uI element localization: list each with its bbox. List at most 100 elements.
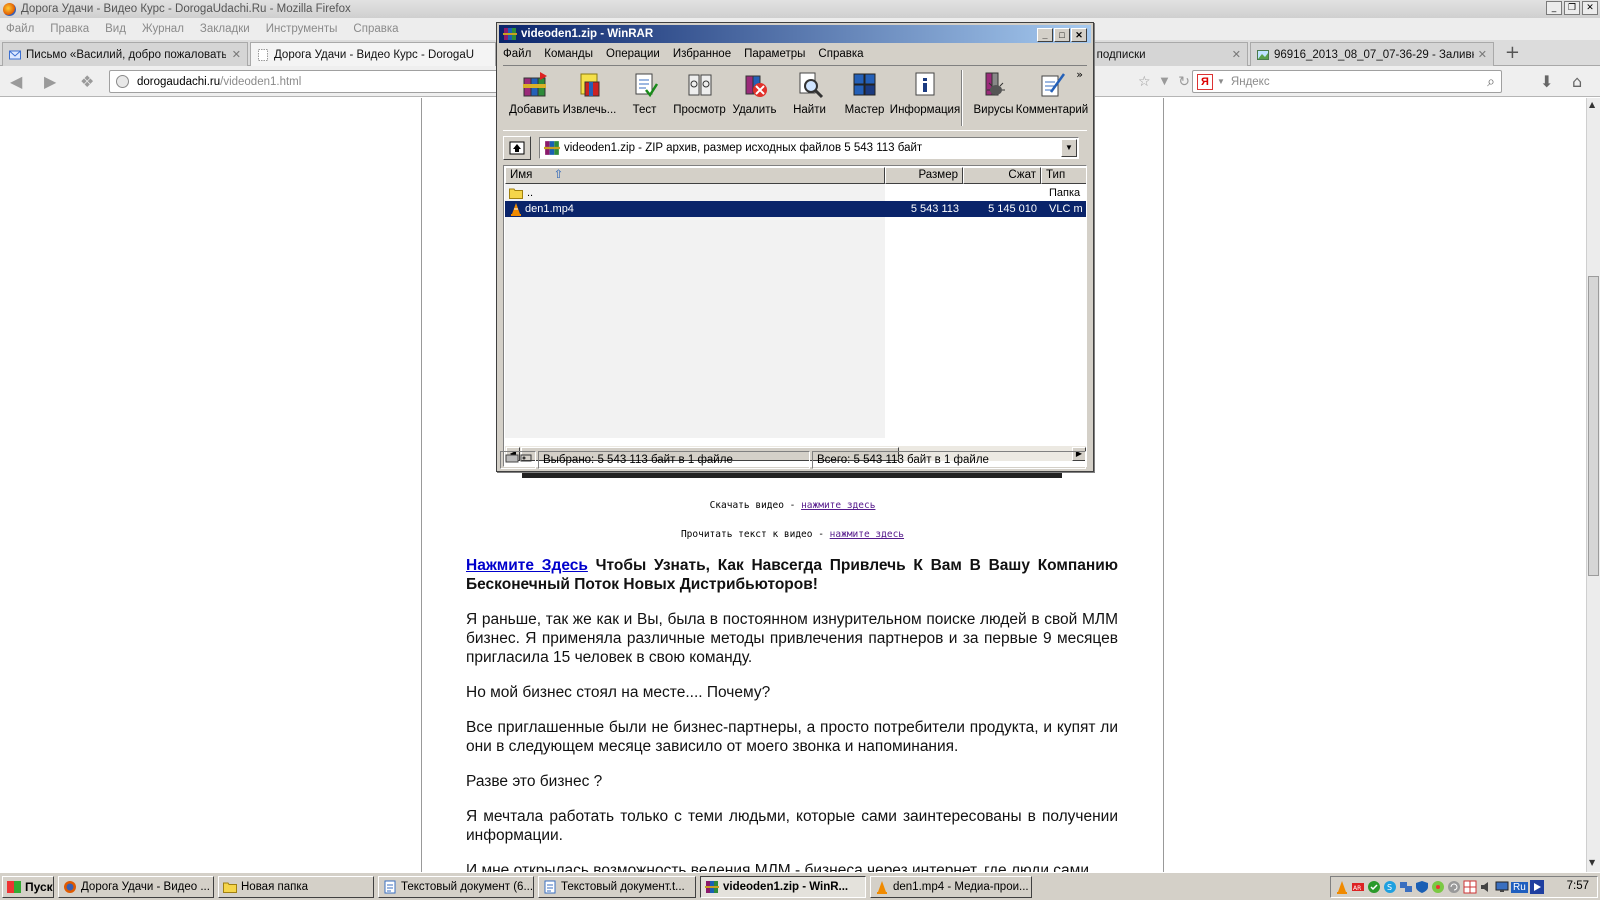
close-button[interactable]: ✕	[1582, 1, 1598, 15]
close-icon[interactable]: ✕	[232, 48, 241, 61]
test-icon	[635, 73, 658, 98]
home-icon[interactable]: ⌂	[1572, 72, 1582, 91]
menu-help[interactable]: Справка	[353, 23, 398, 35]
system-tray: AR S Ru 7:57	[1330, 876, 1598, 898]
test-button[interactable]: Тест	[617, 66, 672, 126]
tab-mail[interactable]: Письмо «Василий, добро пожаловать в... ✕	[2, 42, 248, 66]
back-icon[interactable]: ◀	[10, 72, 22, 91]
minimize-button[interactable]: _	[1546, 1, 1562, 15]
task-firefox[interactable]: Дорога Удачи - Видео ...	[58, 876, 214, 898]
file-list[interactable]: Имя ⇧ Размер Сжат Тип .. Папка den1.mp4 …	[503, 165, 1087, 467]
menu-operations[interactable]: Операции	[606, 48, 660, 60]
menu-favorites[interactable]: Избранное	[673, 48, 731, 60]
archive-path-combo[interactable]: videoden1.zip - ZIP архив, размер исходн…	[539, 137, 1079, 159]
headline: Нажмите Здесь Чтобы Узнать, Как Навсегда…	[466, 557, 1118, 593]
toolbar-overflow-icon[interactable]: »	[1076, 68, 1083, 81]
headline-link[interactable]: Нажмите Здесь	[466, 557, 588, 574]
download-icon[interactable]: ⬇	[1540, 72, 1553, 91]
reload-icon[interactable]: ↻	[1178, 74, 1190, 90]
task-text-document[interactable]: Текстовый документ.t...	[538, 876, 696, 898]
tab-doroga-udachi[interactable]: Дорога Удачи - Видео Курс - DorogaUd...	[250, 42, 496, 67]
identity-icon[interactable]: ❖	[80, 72, 94, 91]
close-button[interactable]: ✕	[1071, 28, 1087, 42]
virus-scan-button[interactable]: Вирусы	[966, 66, 1021, 126]
update-icon[interactable]	[1447, 880, 1461, 894]
restore-button[interactable]: ❐	[1564, 1, 1580, 15]
menu-view[interactable]: Вид	[105, 23, 126, 35]
paragraph: Я мечтала работать только с теми людьми,…	[466, 808, 1118, 844]
url-bar[interactable]: dorogaudachi.ru/videoden1.html	[109, 70, 499, 93]
comment-icon	[1041, 73, 1066, 97]
media-play-icon[interactable]	[1529, 880, 1544, 894]
skype-icon[interactable]: S	[1383, 880, 1397, 894]
menu-options[interactable]: Параметры	[744, 48, 805, 60]
find-button[interactable]: Найти	[782, 66, 837, 126]
column-header-packed[interactable]: Сжат	[963, 167, 1041, 184]
menu-commands[interactable]: Команды	[544, 48, 593, 60]
menu-edit[interactable]: Правка	[50, 23, 89, 35]
vlc-cone-icon[interactable]	[1335, 880, 1349, 894]
taskbar: Пуск Дорога Удачи - Видео ... Новая папк…	[0, 872, 1600, 900]
column-header-type[interactable]: Тип	[1041, 167, 1086, 184]
chevron-down-icon[interactable]: ▼	[1061, 139, 1077, 157]
winrar-statusbar: Выбрано: 5 543 113 байт в 1 файле Всего:…	[496, 449, 1094, 471]
column-header-name[interactable]: Имя ⇧	[505, 167, 885, 184]
download-video-link[interactable]: нажмите здесь	[801, 500, 875, 511]
dropdown-icon[interactable]: ▼	[1161, 76, 1169, 87]
page-scrollbar[interactable]: ▲ ▼	[1586, 98, 1600, 872]
info-button[interactable]: Информация	[890, 66, 960, 126]
wizard-button[interactable]: Мастер	[837, 66, 892, 126]
grid-app-icon[interactable]	[1463, 880, 1477, 894]
menu-file[interactable]: Файл	[503, 48, 531, 60]
delete-button[interactable]: Удалить	[727, 66, 782, 126]
column-header-size[interactable]: Размер	[885, 167, 963, 184]
list-item[interactable]: .. Папка	[505, 185, 1086, 201]
antivirus-icon[interactable]: AR	[1351, 880, 1365, 894]
new-tab-button[interactable]: +	[1505, 44, 1520, 62]
folder-icon	[223, 882, 237, 893]
close-icon[interactable]: ✕	[1478, 48, 1487, 61]
security-check-icon[interactable]	[1367, 880, 1381, 894]
icq-flower-icon[interactable]	[1431, 880, 1445, 894]
search-engine-dropdown-icon[interactable]: ▼	[1217, 77, 1225, 86]
display-icon[interactable]	[1495, 880, 1509, 894]
comment-button[interactable]: Комментарий	[1016, 66, 1088, 126]
url-bar-actions: ☆ ▼ ↻	[1090, 70, 1190, 93]
read-text-link[interactable]: нажмите здесь	[830, 529, 904, 540]
menu-tools[interactable]: Инструменты	[266, 23, 338, 35]
maximize-button[interactable]: □	[1054, 28, 1070, 42]
start-button[interactable]: Пуск	[2, 876, 54, 898]
task-text-document-6[interactable]: Текстовый документ (6...	[378, 876, 534, 898]
delete-icon	[745, 75, 767, 97]
menu-file[interactable]: Файл	[6, 23, 34, 35]
search-bar[interactable]: Я ▼ Яндекс ⌕	[1192, 70, 1502, 93]
forward-icon[interactable]: ▶	[44, 72, 56, 91]
shield-icon[interactable]	[1415, 880, 1429, 894]
menu-history[interactable]: Журнал	[142, 23, 184, 35]
up-arrow-icon	[509, 141, 525, 155]
tab-subscriptions[interactable]: е подписки ✕	[1080, 42, 1248, 66]
scroll-down-icon[interactable]: ▼	[1589, 858, 1595, 867]
task-media-player[interactable]: den1.mp4 - Медиа-прои...	[870, 876, 1032, 898]
list-item-selected[interactable]: den1.mp4 5 543 113 5 145 010 VLC m	[505, 201, 1086, 217]
volume-icon[interactable]	[1479, 880, 1493, 894]
scroll-up-icon[interactable]: ▲	[1589, 100, 1595, 109]
minimize-button[interactable]: _	[1037, 28, 1053, 42]
clock: 7:57	[1566, 880, 1589, 892]
search-icon[interactable]: ⌕	[1487, 73, 1495, 90]
close-icon[interactable]: ✕	[1232, 48, 1241, 61]
network-icon[interactable]	[1399, 880, 1413, 894]
scroll-thumb[interactable]	[1588, 276, 1599, 576]
extract-button[interactable]: Извлечь...	[562, 66, 617, 126]
tab-image-upload[interactable]: 96916_2013_08_07_07-36-29 - Заливка... ✕	[1250, 42, 1494, 66]
language-indicator[interactable]: Ru	[1511, 881, 1528, 893]
bookmark-star-icon[interactable]: ☆	[1138, 74, 1151, 90]
up-one-level-button[interactable]	[503, 136, 531, 160]
menu-help[interactable]: Справка	[818, 48, 863, 60]
winrar-titlebar: videoden1.zip - WinRAR _ □ ✕	[499, 25, 1091, 43]
view-button[interactable]: Просмотр	[672, 66, 727, 126]
add-button[interactable]: Добавить	[507, 66, 562, 126]
menu-bookmarks[interactable]: Закладки	[200, 23, 250, 35]
task-winrar[interactable]: videoden1.zip - WinR...	[700, 876, 866, 898]
task-new-folder[interactable]: Новая папка	[218, 876, 374, 898]
